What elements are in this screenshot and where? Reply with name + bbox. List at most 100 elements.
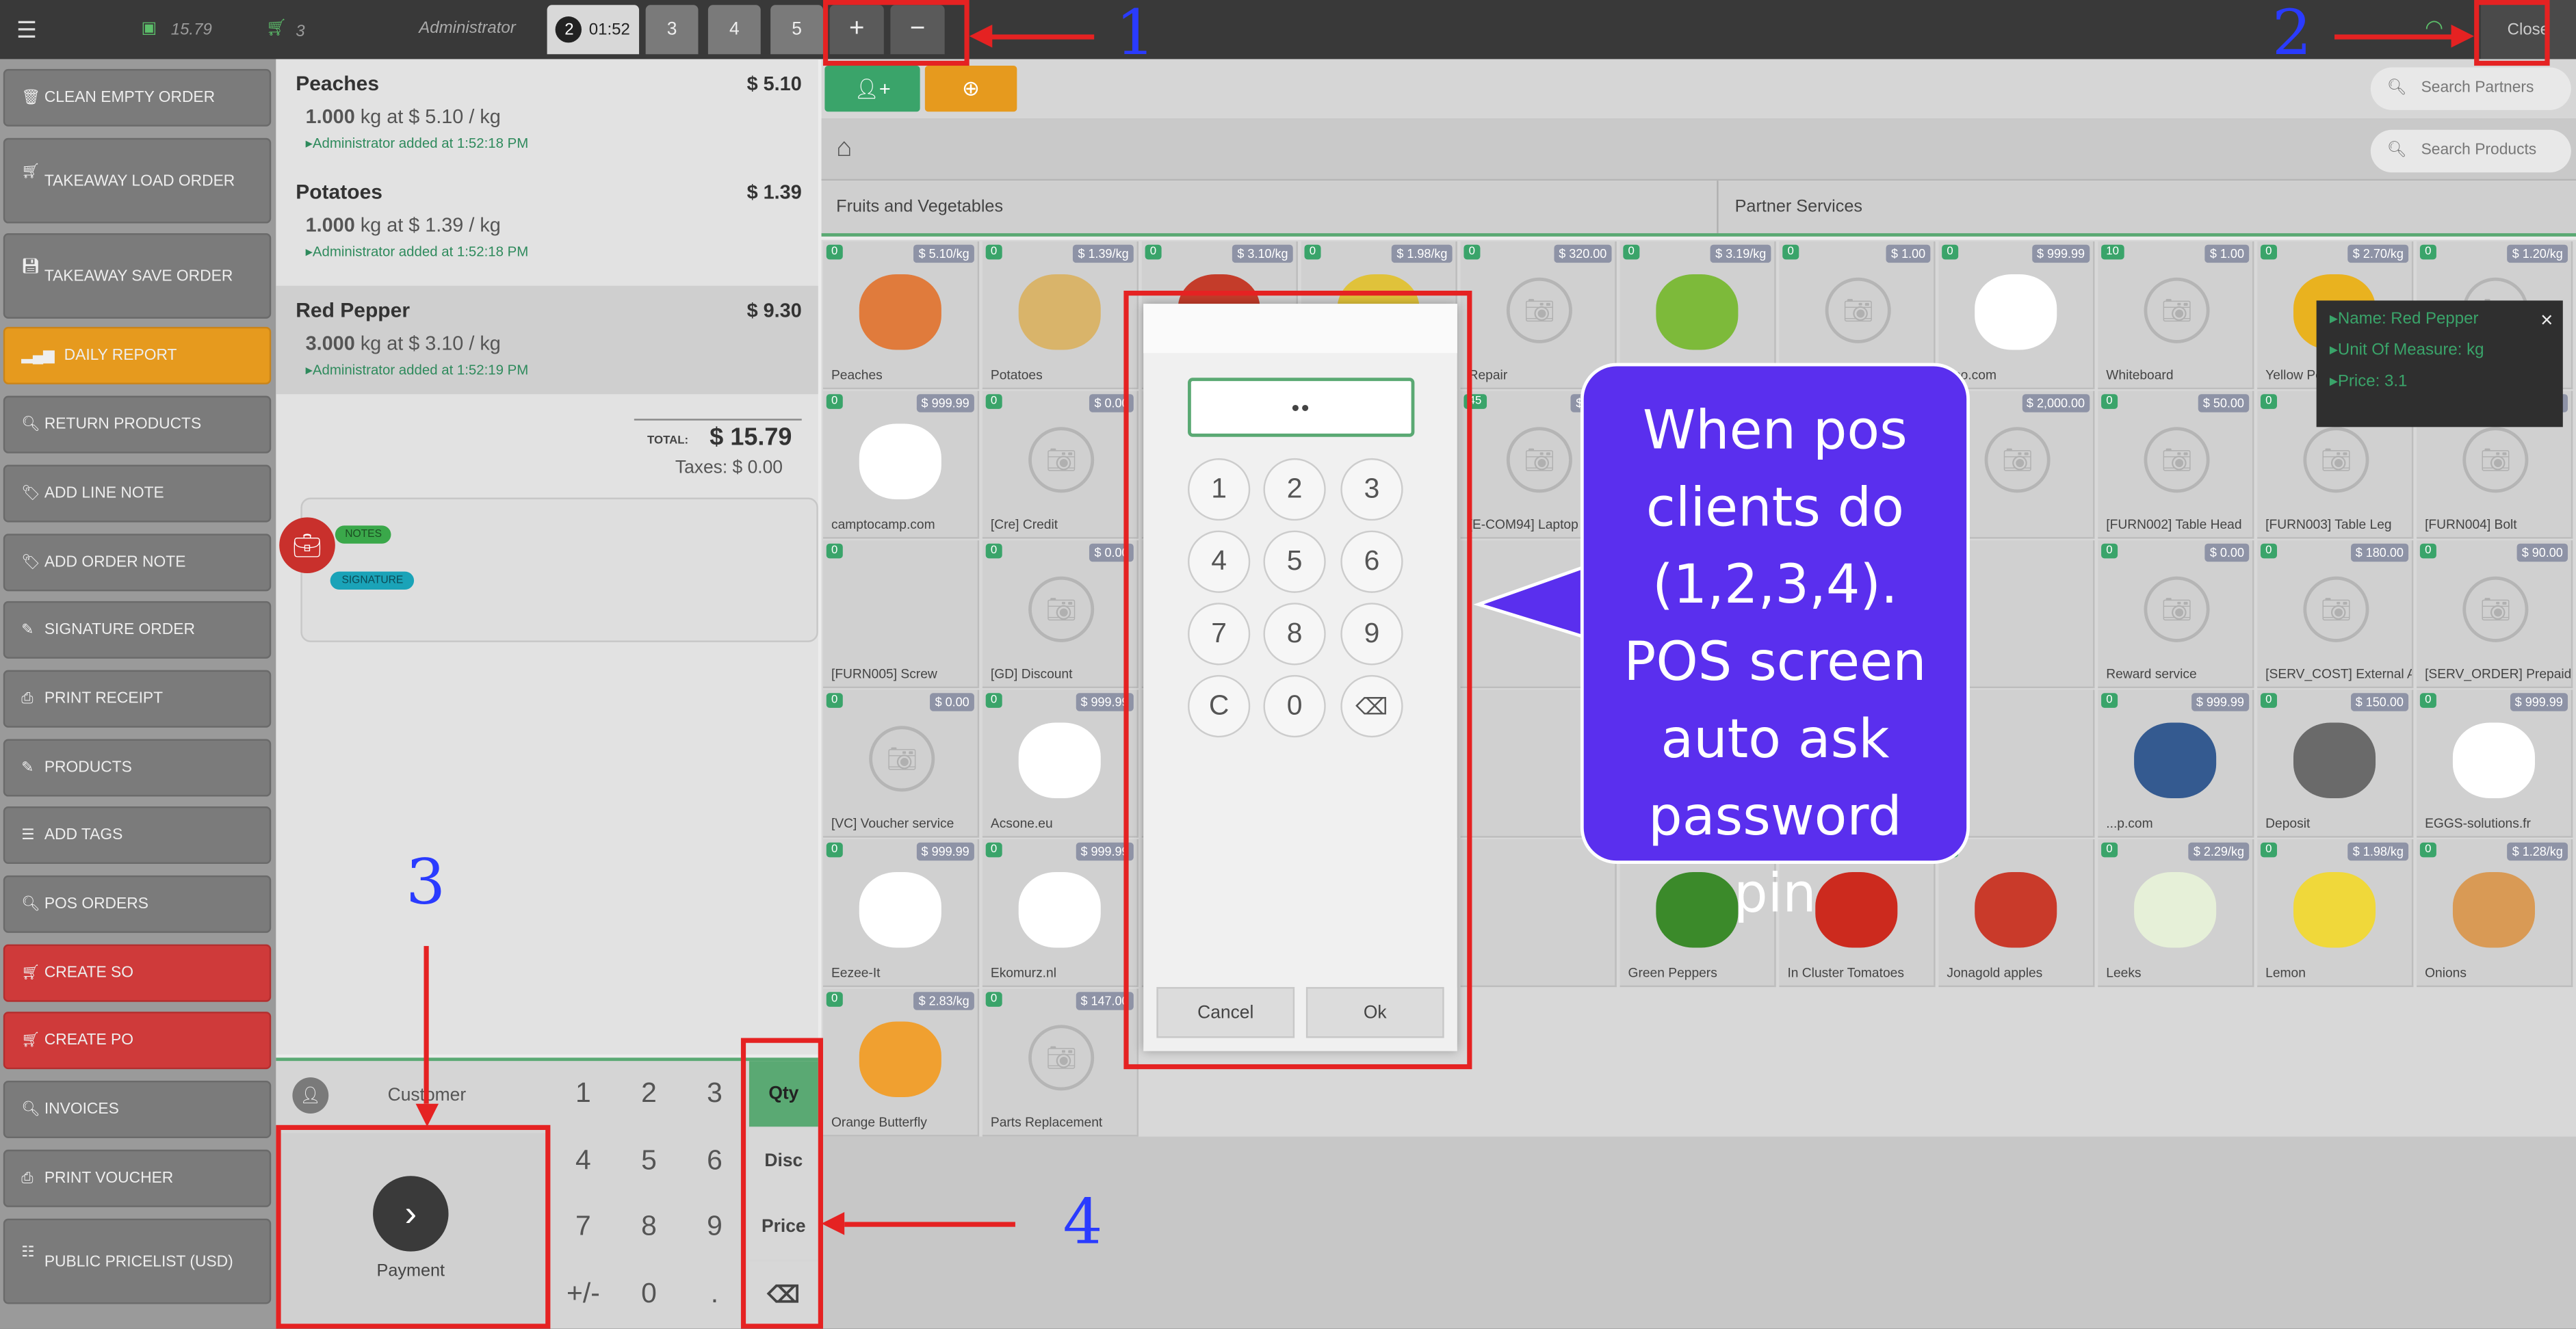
add-button[interactable]: ⊕	[924, 66, 1017, 112]
numpad-key[interactable]: 8	[616, 1194, 681, 1260]
sidebar-item-pos-orders[interactable]: 🔍︎ POS ORDERS	[3, 875, 272, 933]
product-card[interactable]: 0 $ 999.99 Acsone.eu	[982, 689, 1139, 838]
edit-icon: ✎	[21, 620, 34, 637]
product-card[interactable]: 0 $ 999.99 ...p.com	[2098, 689, 2254, 838]
numpad-key[interactable]: .	[681, 1261, 747, 1327]
numpad-key[interactable]: 4	[550, 1129, 616, 1194]
product-card[interactable]: 📷︎ 0 $ 50.00 [FURN002] Table Head	[2098, 391, 2254, 539]
search-products-input[interactable]: 🔍︎ Search Products	[2370, 129, 2571, 173]
search-partners-input[interactable]: 🔍︎ Search Partners	[2370, 67, 2571, 110]
notes-tag[interactable]: NOTES	[335, 525, 392, 544]
search-icon: 🔍︎	[21, 1100, 40, 1117]
product-card[interactable]: 0 $ 1.98/kg Lemon	[2257, 839, 2414, 988]
camera-icon: 📷︎	[1028, 576, 1095, 642]
home-icon[interactable]: ⌂	[836, 135, 852, 164]
product-card[interactable]: 📷︎ 0 $ 0.00 [Cre] Credit	[982, 391, 1139, 539]
product-price: $ 1.98/kg	[1392, 244, 1453, 263]
product-qty-badge: 0	[826, 992, 843, 1007]
camera-icon: 📷︎	[2144, 277, 2210, 343]
product-card[interactable]: 0 $ 999.99 Ekomurz.nl	[982, 839, 1139, 988]
bar-chart-icon: ▂▄▆	[21, 346, 55, 363]
sidebar-item-products[interactable]: ✎ PRODUCTS	[3, 739, 272, 797]
product-card[interactable]: 📷︎ 10 $ 1.00 Whiteboard	[2098, 241, 2254, 390]
tooltip-close-icon[interactable]: ×	[2540, 307, 2553, 332]
product-price: $ 1.39/kg	[1073, 244, 1134, 263]
product-card[interactable]: 0 $ 999.99 xoo.com	[1938, 241, 2095, 390]
sidebar-item-add-order-note[interactable]: 🏷︎ ADD ORDER NOTE	[3, 534, 272, 592]
numpad-key[interactable]: +/-	[550, 1261, 616, 1327]
product-card[interactable]: 📷︎ 0 $ 180.00 [SERV_COST] External Audit	[2257, 540, 2414, 689]
product-card[interactable]: 0Jonagold apples	[1938, 839, 2095, 988]
user-name[interactable]: Administrator	[419, 20, 515, 38]
numpad-key[interactable]: 7	[550, 1194, 616, 1260]
sidebar-item-print-voucher[interactable]: ⎙ PRINT VOUCHER	[3, 1149, 272, 1207]
sidebar-item-invoices[interactable]: 🔍︎ INVOICES	[3, 1080, 272, 1138]
menu-icon[interactable]: ☰	[16, 16, 37, 44]
numpad-key[interactable]: 3	[681, 1061, 747, 1127]
category-partner-services[interactable]: Partner Services	[1720, 181, 2575, 233]
product-price: $ 0.00	[2204, 543, 2250, 562]
product-card[interactable]: 📷︎ 0 $ 147.00 Parts Replacement	[982, 988, 1139, 1137]
product-card[interactable]: 0 $ 999.99 EGGS-solutions.fr	[2417, 689, 2573, 838]
product-card[interactable]: 0 [FURN005] Screw	[822, 540, 980, 689]
product-card[interactable]: 📷︎ 0 $ 0.00 Reward service	[2098, 540, 2254, 689]
sliders-icon: ☰	[21, 826, 35, 843]
sidebar-item-return-products[interactable]: 🔍︎ RETURN PRODUCTS	[3, 395, 272, 453]
numpad-key[interactable]: 1	[550, 1061, 616, 1127]
annotation-box-popup	[1123, 291, 1472, 1070]
product-name: [SERV_COST] External Audit	[2265, 666, 2412, 682]
numpad-key[interactable]: 5	[616, 1129, 681, 1194]
order-line-selected[interactable]: Red Pepper $ 9.30 3.000 kg at $ 3.10 / k…	[276, 285, 818, 395]
product-card[interactable]: 0 $ 2.29/kg Leeks	[2098, 839, 2254, 988]
product-name: Deposit	[2265, 816, 2311, 831]
numpad-key[interactable]: 9	[681, 1194, 747, 1260]
sidebar-item-public-pricelist[interactable]: ☷ PUBLIC PRICELIST (USD)	[3, 1218, 272, 1304]
product-card[interactable]: 📷︎ 0 $ 0.00 [VC] Voucher service	[822, 689, 980, 838]
product-card[interactable]	[1460, 839, 1617, 988]
numpad-key[interactable]: 0	[616, 1261, 681, 1327]
product-card[interactable]: 📷︎ 0 $ 90.00 [SERV_ORDER] Prepaid Consultin…	[2417, 540, 2573, 689]
order-tab-active[interactable]: 2 01:52	[547, 5, 640, 55]
briefcase-icon[interactable]: 💼︎	[279, 517, 335, 574]
sidebar-item-add-line-note[interactable]: 🏷︎ ADD LINE NOTE	[3, 464, 272, 523]
sidebar-item-add-tags[interactable]: ☰ ADD TAGS	[3, 806, 272, 865]
sidebar-item-signature-order[interactable]: ✎ SIGNATURE ORDER	[3, 601, 272, 659]
category-fruits-vegetables[interactable]: Fruits and Vegetables	[822, 181, 1719, 233]
product-qty-badge: 0	[2260, 693, 2277, 708]
numpad-key[interactable]: 6	[681, 1129, 747, 1194]
annotation-number-3: 3	[406, 845, 446, 919]
product-card[interactable]: 0 $ 1.28/kg Onions	[2417, 839, 2573, 988]
product-qty-badge: 0	[985, 842, 1002, 858]
camera-icon: 📷︎	[1028, 1025, 1095, 1091]
product-card[interactable]: 0 $ 150.00 Deposit	[2257, 689, 2414, 838]
product-card[interactable]: 0 $ 2.83/kg Orange Butterfly	[822, 988, 980, 1137]
signature-tag[interactable]: SIGNATURE	[330, 571, 415, 590]
product-qty-badge: 0	[985, 992, 1002, 1007]
numpad-key[interactable]: 2	[616, 1061, 681, 1127]
sidebar-item-create-so[interactable]: 🛒︎ CREATE SO	[3, 944, 272, 1002]
product-card[interactable]: 0 $ 999.99 camptocamp.com	[822, 391, 980, 539]
order-tab[interactable]: 3	[645, 5, 699, 55]
product-card[interactable]: 0 $ 1.39/kg Potatoes	[982, 241, 1139, 390]
sidebar-item-daily-report[interactable]: ▂▄▆ DAILY REPORT	[3, 326, 272, 384]
annotation-box-4	[740, 1038, 823, 1329]
order-line[interactable]: Potatoes $ 1.39 1.000 kg at $ 1.39 / kg …	[276, 168, 818, 276]
product-image	[2452, 872, 2535, 948]
product-price: $ 3.10/kg	[1232, 244, 1293, 263]
order-line-price: $ 9.30	[746, 299, 802, 322]
add-partner-button[interactable]: 👤︎+	[824, 66, 920, 112]
sidebar-item-takeaway-save-order[interactable]: 💾︎ TAKEAWAY SAVE ORDER	[3, 233, 272, 319]
sidebar-item-clean-empty-order[interactable]: 🗑︎ CLEAN EMPTY ORDER	[3, 68, 272, 127]
product-name: camptocamp.com	[831, 517, 935, 532]
product-card[interactable]: 📷︎ 0 $ 0.00 [GD] Discount	[982, 540, 1139, 689]
order-tab[interactable]: 4	[707, 5, 761, 55]
product-image	[1975, 274, 2057, 350]
product-card[interactable]: 0 $ 999.99 Eezee-It	[822, 839, 980, 988]
sidebar-item-print-receipt[interactable]: ⎙ PRINT RECEIPT	[3, 670, 272, 728]
sidebar-item-takeaway-load-order[interactable]: 🛒︎ TAKEAWAY LOAD ORDER	[3, 137, 272, 224]
order-line[interactable]: Peaches $ 5.10 1.000 kg at $ 5.10 / kg ▸…	[276, 59, 818, 167]
product-card[interactable]: 📷︎ 0 $ 320.00 Repair	[1460, 241, 1617, 390]
order-tab[interactable]: 5	[770, 5, 823, 55]
sidebar-item-create-po[interactable]: 🛒︎ CREATE PO	[3, 1012, 272, 1070]
product-card[interactable]: 0 $ 5.10/kg Peaches	[822, 241, 980, 390]
